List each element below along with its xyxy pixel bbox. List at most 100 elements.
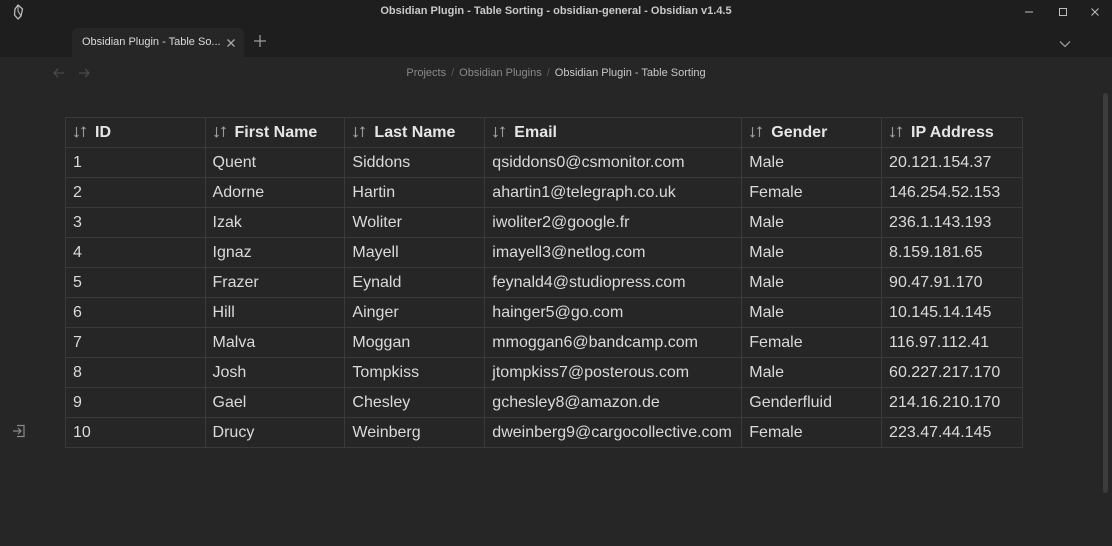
breadcrumb: Projects / Obsidian Plugins / Obsidian Plugi… bbox=[0, 67, 1112, 79]
cell-last-name[interactable]: Weinberg bbox=[344, 417, 486, 448]
breadcrumb-separator: / bbox=[451, 67, 455, 79]
cell-first-name[interactable]: Josh bbox=[204, 357, 346, 388]
column-header-label: First Name bbox=[234, 123, 318, 141]
cell-first-name[interactable]: Frazer bbox=[204, 267, 346, 298]
cell-id[interactable]: 10 bbox=[65, 417, 206, 448]
breadcrumb-obsidian-plugins[interactable]: Obsidian Plugins bbox=[459, 67, 542, 79]
cell-id[interactable]: 9 bbox=[65, 387, 206, 418]
cell-ip-address[interactable]: 20.121.154.37 bbox=[881, 147, 1023, 178]
table-row: 10 Drucy Weinberg dweinberg9@cargocollectiv… bbox=[65, 417, 1023, 448]
table-body: 1 Quent Siddons qsiddons0@csmonitor.com Male… bbox=[65, 147, 1023, 448]
cell-last-name[interactable]: Hartin bbox=[344, 177, 486, 208]
cell-email[interactable]: jtompkiss7@posterous.com bbox=[484, 357, 743, 388]
close-icon bbox=[227, 39, 235, 47]
cell-email[interactable]: ahartin1@telegraph.co.uk bbox=[484, 177, 743, 208]
cell-first-name[interactable]: Gael bbox=[204, 387, 346, 418]
scrollbar[interactable] bbox=[1103, 93, 1108, 493]
cell-id[interactable]: 5 bbox=[65, 267, 206, 298]
tab-label: Obsidian Plugin - Table So... bbox=[82, 36, 221, 48]
new-tab-button[interactable] bbox=[252, 33, 268, 49]
cell-first-name[interactable]: Ignaz bbox=[204, 237, 346, 268]
breadcrumb-projects[interactable]: Projects bbox=[406, 67, 446, 79]
sidebar-expand-icon bbox=[13, 424, 25, 438]
note-view: Projects / Obsidian Plugins / Obsidian Plugi… bbox=[0, 57, 1112, 546]
cell-ip-address[interactable]: 10.145.14.145 bbox=[881, 297, 1023, 328]
cell-id[interactable]: 1 bbox=[65, 147, 206, 178]
cell-gender[interactable]: Male bbox=[741, 147, 883, 178]
column-header-gender[interactable]: Gender bbox=[741, 117, 883, 148]
column-header-first-name[interactable]: First Name bbox=[204, 117, 346, 148]
maximize-button[interactable] bbox=[1049, 2, 1077, 22]
cell-email[interactable]: qsiddons0@csmonitor.com bbox=[484, 147, 743, 178]
cell-first-name[interactable]: Malva bbox=[204, 327, 346, 358]
sort-arrows-icon bbox=[213, 125, 226, 138]
cell-last-name[interactable]: Ainger bbox=[344, 297, 486, 328]
cell-id[interactable]: 8 bbox=[65, 357, 206, 388]
cell-gender[interactable]: Male bbox=[741, 357, 883, 388]
column-header-id[interactable]: ID bbox=[65, 117, 206, 148]
data-table: ID First Name Last Name Email Gender IP … bbox=[65, 117, 1023, 448]
minimize-icon bbox=[1025, 11, 1033, 13]
cell-last-name[interactable]: Tompkiss bbox=[344, 357, 486, 388]
column-header-last-name[interactable]: Last Name bbox=[344, 117, 486, 148]
cell-gender[interactable]: Male bbox=[741, 267, 883, 298]
chevron-down-icon bbox=[1059, 41, 1071, 48]
cell-id[interactable]: 3 bbox=[65, 207, 206, 238]
cell-email[interactable]: gchesley8@amazon.de bbox=[484, 387, 743, 418]
cell-last-name[interactable]: Woliter bbox=[344, 207, 486, 238]
cell-gender[interactable]: Male bbox=[741, 207, 883, 238]
column-header-label: Email bbox=[514, 123, 557, 141]
cell-id[interactable]: 4 bbox=[65, 237, 206, 268]
cell-ip-address[interactable]: 146.254.52.153 bbox=[881, 177, 1023, 208]
cell-email[interactable]: imayell3@netlog.com bbox=[484, 237, 743, 268]
cell-first-name[interactable]: Hill bbox=[204, 297, 346, 328]
cell-last-name[interactable]: Mayell bbox=[344, 237, 486, 268]
tab-list-button[interactable] bbox=[1058, 36, 1072, 48]
cell-email[interactable]: hainger5@go.com bbox=[484, 297, 743, 328]
cell-gender[interactable]: Male bbox=[741, 297, 883, 328]
column-header-ip-address[interactable]: IP Address bbox=[881, 117, 1023, 148]
cell-last-name[interactable]: Moggan bbox=[344, 327, 486, 358]
minimize-button[interactable] bbox=[1015, 2, 1043, 22]
column-header-label: IP Address bbox=[911, 123, 994, 141]
cell-ip-address[interactable]: 116.97.112.41 bbox=[881, 327, 1023, 358]
cell-gender[interactable]: Female bbox=[741, 177, 883, 208]
tab-table-sorting[interactable]: Obsidian Plugin - Table So... bbox=[72, 28, 244, 57]
cell-ip-address[interactable]: 8.159.181.65 bbox=[881, 237, 1023, 268]
sort-arrows-icon bbox=[493, 125, 506, 138]
cell-email[interactable]: iwoliter2@google.fr bbox=[484, 207, 743, 238]
cell-last-name[interactable]: Chesley bbox=[344, 387, 486, 418]
cell-ip-address[interactable]: 223.47.44.145 bbox=[881, 417, 1023, 448]
table-row: 4 Ignaz Mayell imayell3@netlog.com Male 8.159… bbox=[65, 237, 1023, 268]
cell-id[interactable]: 7 bbox=[65, 327, 206, 358]
cell-gender[interactable]: Female bbox=[741, 417, 883, 448]
cell-gender[interactable]: Male bbox=[741, 237, 883, 268]
cell-ip-address[interactable]: 214.16.210.170 bbox=[881, 387, 1023, 418]
cell-gender[interactable]: Genderfluid bbox=[741, 387, 883, 418]
cell-ip-address[interactable]: 60.227.217.170 bbox=[881, 357, 1023, 388]
cell-first-name[interactable]: Adorne bbox=[204, 177, 346, 208]
cell-first-name[interactable]: Izak bbox=[204, 207, 346, 238]
cell-ip-address[interactable]: 236.1.143.193 bbox=[881, 207, 1023, 238]
table-row: 1 Quent Siddons qsiddons0@csmonitor.com Male… bbox=[65, 147, 1023, 178]
sort-arrows-icon bbox=[74, 125, 86, 138]
tab-close-button[interactable] bbox=[224, 36, 238, 50]
cell-ip-address[interactable]: 90.47.91.170 bbox=[881, 267, 1023, 298]
cell-last-name[interactable]: Eynald bbox=[344, 267, 486, 298]
cell-id[interactable]: 6 bbox=[65, 297, 206, 328]
cell-gender[interactable]: Female bbox=[741, 327, 883, 358]
column-header-email[interactable]: Email bbox=[484, 117, 743, 148]
table-row: 6 Hill Ainger hainger5@go.com Male 10.145.14.… bbox=[65, 297, 1023, 328]
cell-id[interactable]: 2 bbox=[65, 177, 206, 208]
tab-bar: Obsidian Plugin - Table So... bbox=[0, 24, 1112, 57]
breadcrumb-current-note[interactable]: Obsidian Plugin - Table Sorting bbox=[555, 67, 706, 79]
cell-email[interactable]: mmoggan6@bandcamp.com bbox=[484, 327, 743, 358]
cell-last-name[interactable]: Siddons bbox=[344, 147, 486, 178]
maximize-icon bbox=[1059, 8, 1067, 16]
cell-email[interactable]: dweinberg9@cargocollective.com bbox=[484, 417, 743, 448]
sidebar-expand-button[interactable] bbox=[11, 423, 27, 439]
cell-first-name[interactable]: Quent bbox=[204, 147, 346, 178]
cell-first-name[interactable]: Drucy bbox=[204, 417, 346, 448]
close-window-button[interactable] bbox=[1081, 2, 1109, 22]
cell-email[interactable]: feynald4@studiopress.com bbox=[484, 267, 743, 298]
